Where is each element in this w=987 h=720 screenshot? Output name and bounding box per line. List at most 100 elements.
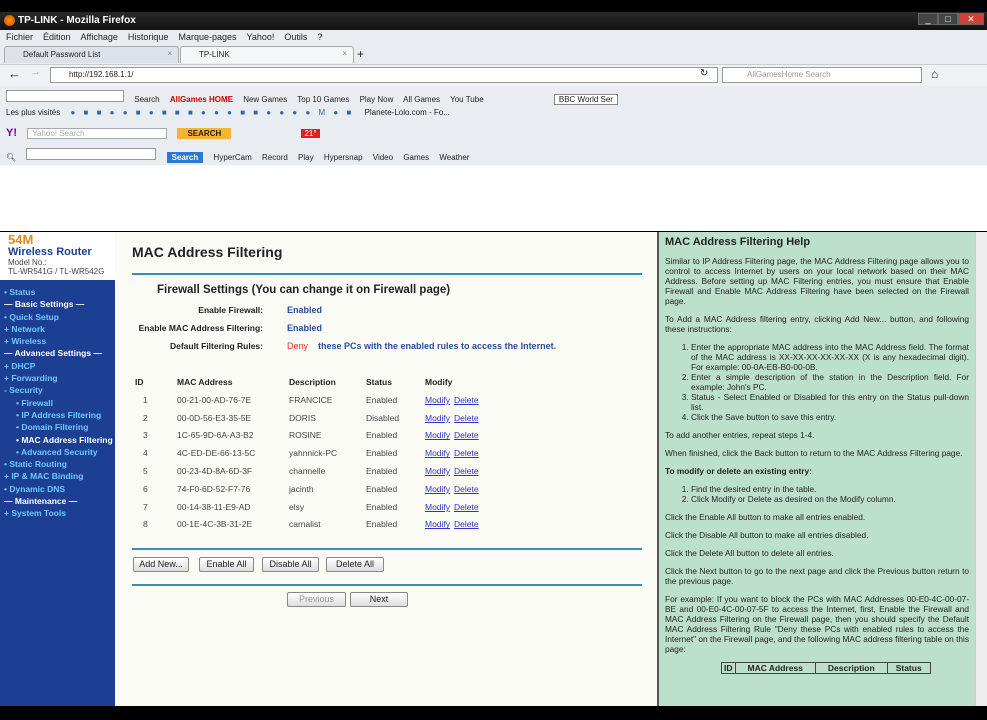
table-row: 4 4C-ED-DE-66-13-5C yahnnick-PC Enabled Modi… <box>135 444 505 462</box>
sidebar-item[interactable]: • Firewall <box>4 398 115 410</box>
menu-5[interactable]: Yahoo! <box>247 32 275 42</box>
sidebar-item[interactable]: • MAC Address Filtering <box>4 435 115 447</box>
search-input[interactable]: AllGamesHome Search <box>722 67 922 83</box>
help-text: Similar to IP Address Filtering page, th… <box>665 256 969 306</box>
video-button[interactable]: Video <box>373 153 393 162</box>
menu-6[interactable]: Outils <box>284 32 307 42</box>
sidebar-item[interactable]: • Advanced Security <box>4 447 115 459</box>
reload-icon[interactable]: ↻ <box>700 68 708 79</box>
youtube-button[interactable]: You Tube <box>450 95 484 104</box>
menu-3[interactable]: Historique <box>128 32 169 42</box>
weather-badge[interactable]: 21° <box>301 129 320 138</box>
toolbar-search-button[interactable]: Search <box>134 95 159 104</box>
row-id: 7 <box>143 501 148 512</box>
magnifier-icon: 🔍︎ <box>6 153 17 162</box>
modify-link[interactable]: Modify <box>425 448 450 458</box>
toolbar-search-go[interactable]: Search <box>166 152 204 163</box>
example-col: Description <box>814 662 888 674</box>
help-scrollbar[interactable] <box>975 232 987 706</box>
sidebar-item[interactable]: • Domain Filtering <box>4 422 115 434</box>
row-status: Disabled <box>366 412 400 423</box>
sidebar-item[interactable]: • Static Routing <box>4 459 115 471</box>
modify-link[interactable]: Modify <box>425 502 450 512</box>
modify-link[interactable]: Modify <box>425 413 450 423</box>
delete-link[interactable]: Delete <box>454 413 479 423</box>
radio-select[interactable]: BBC World Ser <box>553 94 618 105</box>
menu-0[interactable]: Fichier <box>6 32 33 42</box>
sidebar-item[interactable]: • Quick Setup <box>4 312 115 324</box>
hypercam-button[interactable]: HyperCam <box>214 153 252 162</box>
sidebar-item[interactable]: + DHCP <box>4 361 115 373</box>
yahoo-search-button[interactable]: SEARCH <box>177 128 232 139</box>
forward-button[interactable]: → <box>30 66 41 78</box>
allgames-logo[interactable]: AllGames HOME <box>170 95 233 104</box>
games-button[interactable]: Games <box>403 153 429 162</box>
router-brand: 54M Wireless Router Model No.: TL-WR541G… <box>0 232 115 280</box>
close-tab-icon[interactable]: × <box>342 49 347 58</box>
menu-7[interactable]: ? <box>317 32 322 42</box>
delete-link[interactable]: Delete <box>454 519 479 529</box>
delete-link[interactable]: Delete <box>454 395 479 405</box>
rule-value: Deny <box>287 341 309 351</box>
sidebar-item[interactable]: • Dynamic DNS <box>4 484 115 496</box>
sidebar-item[interactable]: + Forwarding <box>4 373 115 385</box>
modify-link[interactable]: Modify <box>425 519 450 529</box>
delete-link[interactable]: Delete <box>454 484 479 494</box>
help-title: MAC Address Filtering Help <box>665 236 811 248</box>
menu-4[interactable]: Marque-pages <box>178 32 236 42</box>
sidebar-item[interactable]: + Network <box>4 324 115 336</box>
all-games-button[interactable]: All Games <box>403 95 440 104</box>
row-status: Enabled <box>366 519 398 530</box>
row-mac: 1C-65-9D-6A-A3-B2 <box>177 430 254 441</box>
new-tab-button[interactable]: + <box>357 47 364 61</box>
close-tab-icon[interactable]: × <box>167 49 172 58</box>
sidebar-item[interactable]: • Status <box>4 287 115 299</box>
new-games-button[interactable]: New Games <box>243 95 287 104</box>
modify-link[interactable]: Modify <box>425 484 450 494</box>
tab-default-password-list[interactable]: Default Password List × <box>4 46 179 63</box>
url-bar[interactable]: http://192.168.1.1/ <box>50 67 718 83</box>
tab-tp-link[interactable]: TP-LINK × <box>180 46 354 63</box>
record-button[interactable]: Record <box>262 153 288 162</box>
menu-1[interactable]: Édition <box>43 32 71 42</box>
row-mac: 00-14-38-11-E9-AD <box>177 501 251 512</box>
toolbar-search-input[interactable] <box>6 90 124 102</box>
add-new-button[interactable]: Add New... <box>133 557 189 572</box>
row-mac: 00-1E-4C-3B-31-2E <box>177 519 253 530</box>
modify-link[interactable]: Modify <box>425 466 450 476</box>
previous-button[interactable]: Previous <box>287 592 346 607</box>
row-mac: 00-21-00-AD-76-7E <box>177 394 252 405</box>
bookmark-most-visited[interactable]: Les plus visités <box>6 108 60 117</box>
home-icon[interactable]: ⌂ <box>931 67 938 81</box>
play-button[interactable]: Play <box>298 153 314 162</box>
sidebar-item[interactable]: + IP & MAC Binding <box>4 471 115 483</box>
modify-link[interactable]: Modify <box>425 395 450 405</box>
delete-link[interactable]: Delete <box>454 466 479 476</box>
delete-link[interactable]: Delete <box>454 448 479 458</box>
delete-all-button[interactable]: Delete All <box>326 557 384 572</box>
disable-all-button[interactable]: Disable All <box>262 557 319 572</box>
minimize-button[interactable]: _ <box>918 13 938 25</box>
sidebar-item[interactable]: - Security <box>4 385 115 397</box>
enable-all-button[interactable]: Enable All <box>199 557 254 572</box>
sidebar-item[interactable]: • IP Address Filtering <box>4 410 115 422</box>
hypersnap-button[interactable]: Hypersnap <box>324 153 363 162</box>
bookmark-icons[interactable]: ● ■ ■ ● ● ■ ● ■ ■ ■ ● ● ● ■ ■ ● ● ● ● M … <box>70 108 354 117</box>
yahoo-logo[interactable]: Y! <box>6 127 17 139</box>
back-button[interactable]: ← <box>8 66 21 81</box>
weather-button[interactable]: Weather <box>439 153 469 162</box>
play-now-button[interactable]: Play Now <box>360 95 394 104</box>
modify-link[interactable]: Modify <box>425 430 450 440</box>
maximize-button[interactable]: □ <box>938 13 958 25</box>
top10-button[interactable]: Top 10 Games <box>297 95 349 104</box>
yahoo-search-input[interactable]: Yahoo! Search <box>27 128 168 139</box>
close-window-button[interactable]: ✕ <box>958 13 984 25</box>
bookmark-planete-lolo[interactable]: Planete-Lolo.com - Fo... <box>365 108 450 117</box>
menu-2[interactable]: Affichage <box>81 32 118 42</box>
delete-link[interactable]: Delete <box>454 430 479 440</box>
next-button[interactable]: Next <box>350 592 408 607</box>
sidebar-item[interactable]: + System Tools <box>4 508 115 520</box>
toolbar-search-field[interactable] <box>26 148 157 160</box>
sidebar-item[interactable]: + Wireless <box>4 336 115 348</box>
delete-link[interactable]: Delete <box>454 502 479 512</box>
